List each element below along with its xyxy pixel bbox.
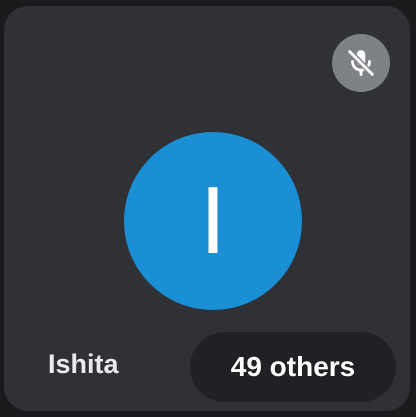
mute-indicator: [332, 34, 390, 92]
others-label: 49 others: [230, 351, 356, 382]
mic-off-icon: [346, 48, 376, 78]
avatar-initial: I: [199, 167, 227, 274]
others-button[interactable]: 49 others: [190, 332, 396, 402]
avatar: I: [124, 132, 302, 310]
participant-tile[interactable]: I Ishita 49 others: [4, 6, 410, 411]
participant-name: Ishita: [48, 349, 119, 379]
